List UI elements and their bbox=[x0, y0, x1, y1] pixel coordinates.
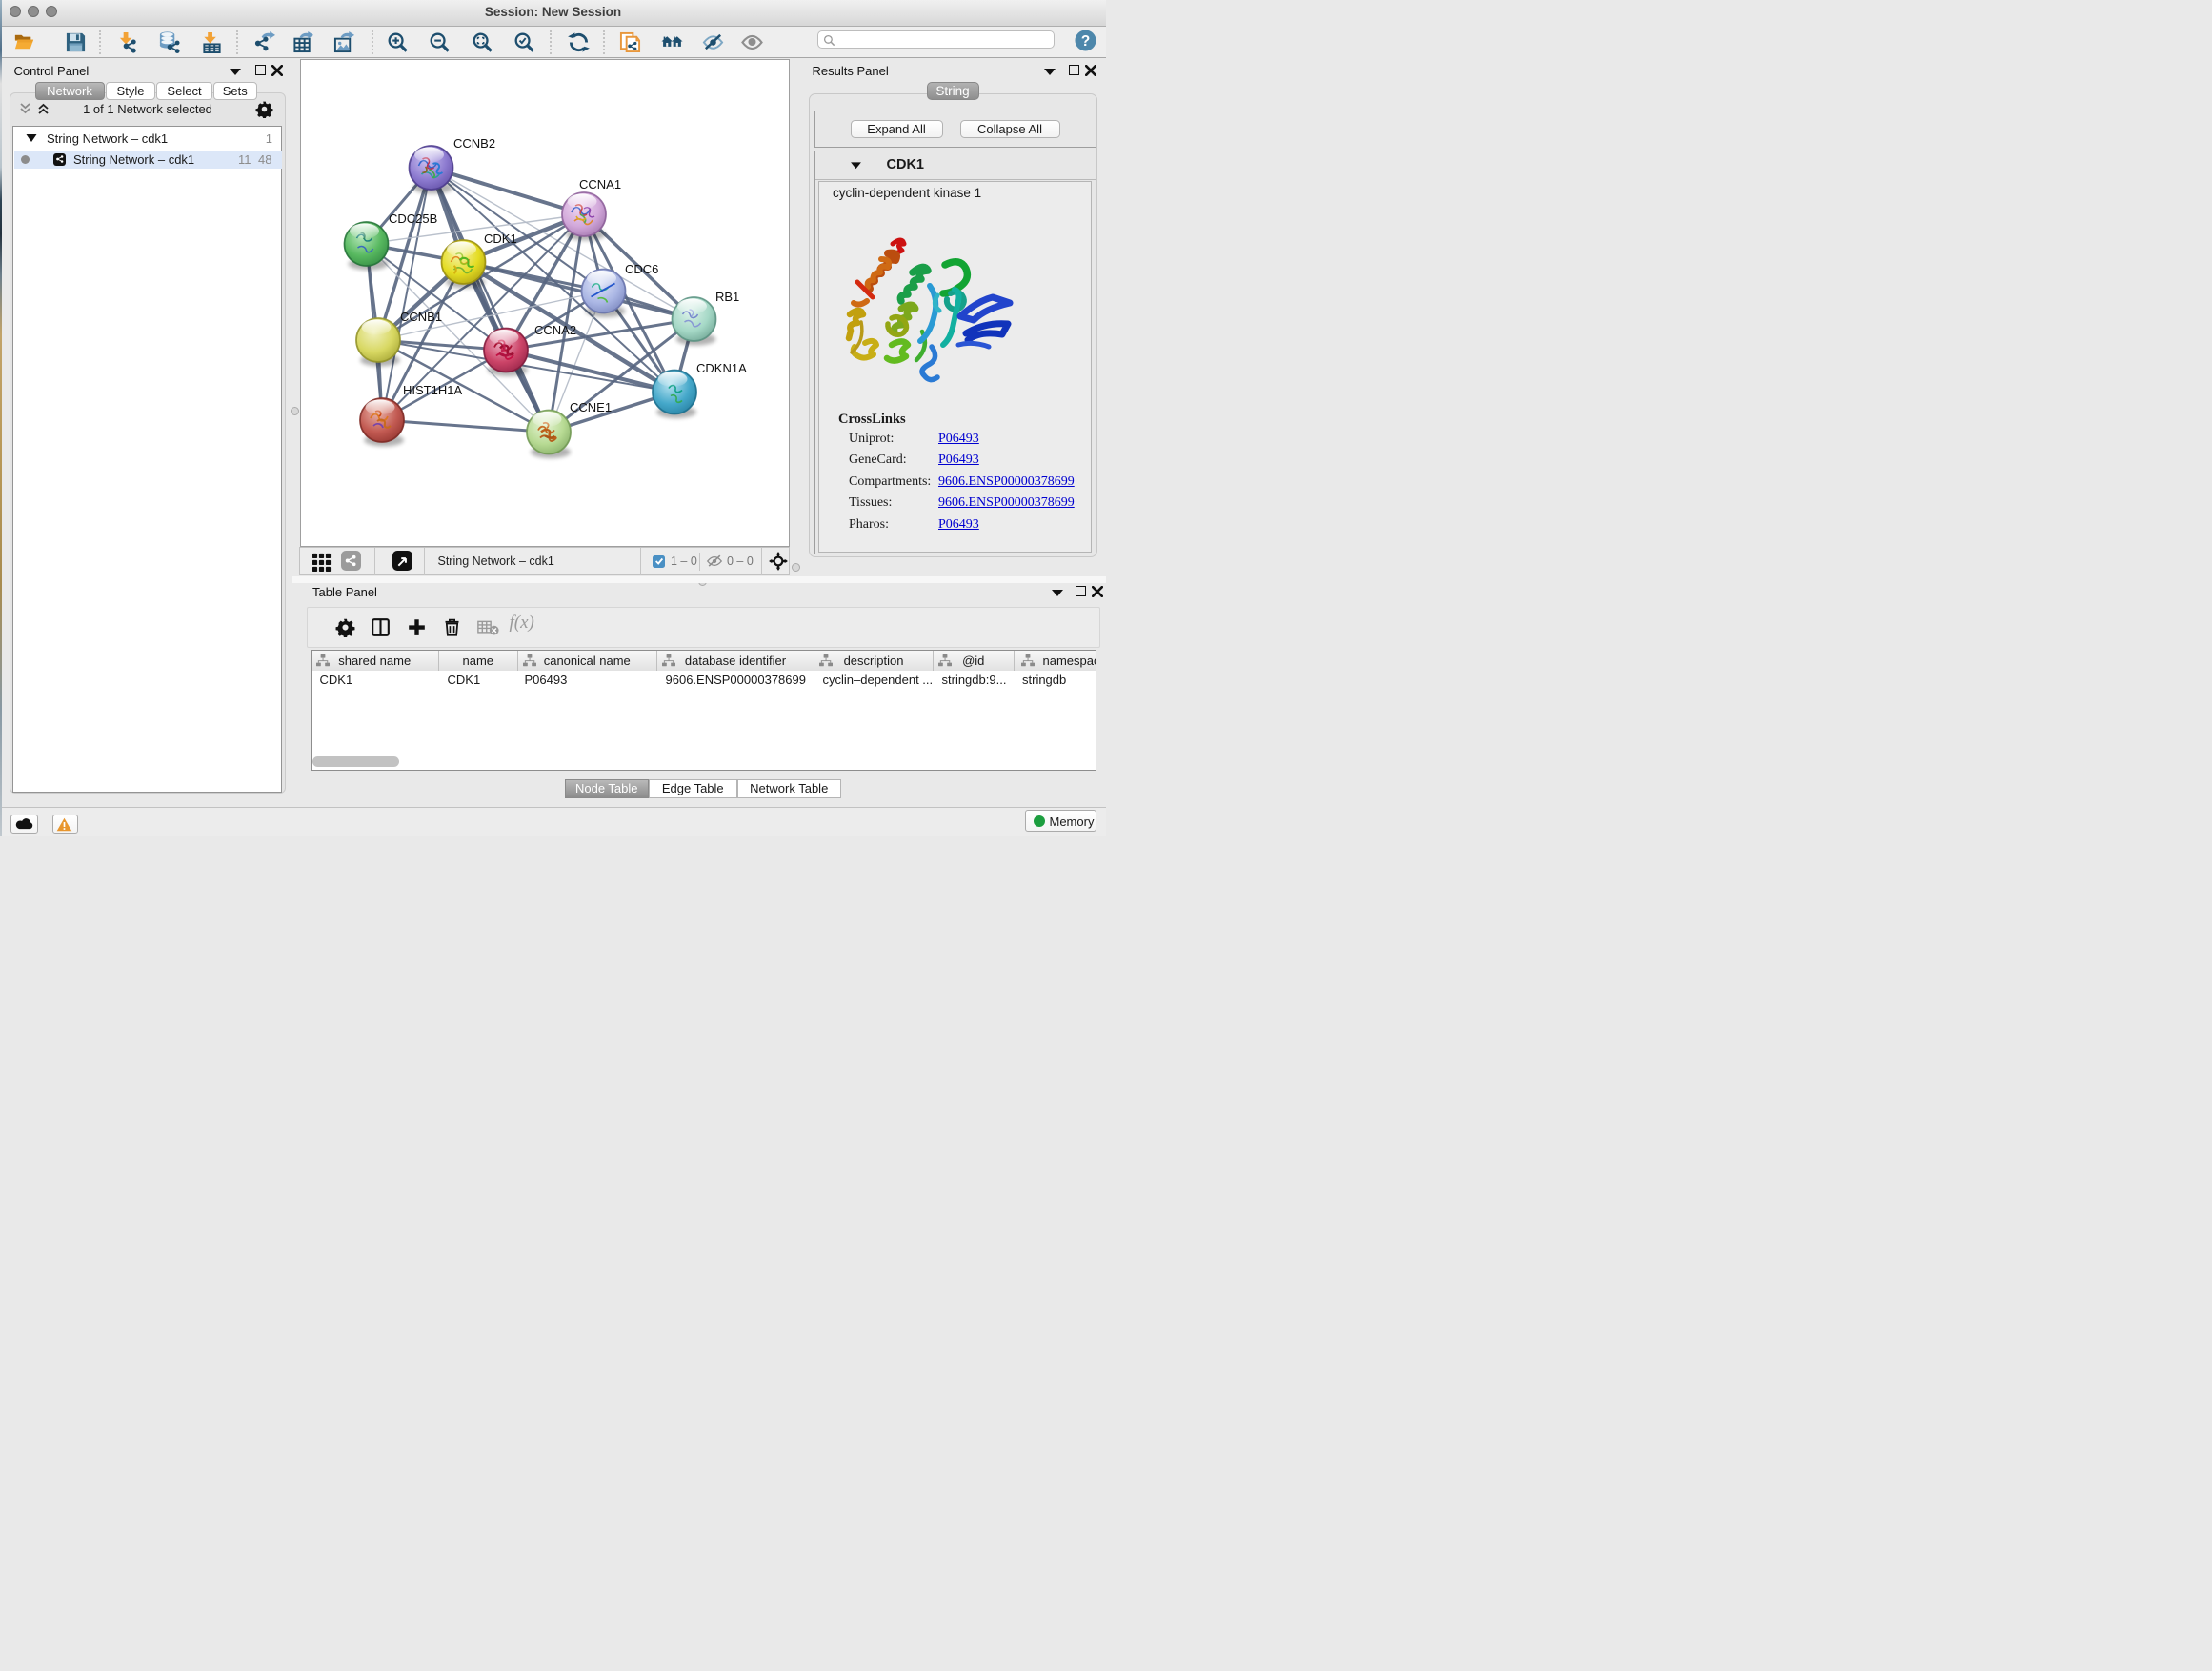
svg-text:CCNE1: CCNE1 bbox=[570, 400, 612, 414]
svg-text:CDC25B: CDC25B bbox=[389, 211, 437, 226]
svg-text:CDC6: CDC6 bbox=[625, 262, 658, 276]
svg-text:CCNB1: CCNB1 bbox=[400, 310, 442, 324]
svg-text:CCNA2: CCNA2 bbox=[534, 323, 576, 337]
svg-text:HIST1H1A: HIST1H1A bbox=[403, 383, 462, 397]
svg-text:RB1: RB1 bbox=[715, 290, 739, 304]
svg-text:CDK1: CDK1 bbox=[484, 232, 517, 246]
svg-text:CDKN1A: CDKN1A bbox=[696, 361, 747, 375]
svg-text:?: ? bbox=[1080, 33, 1089, 50]
svg-text:CCNB2: CCNB2 bbox=[453, 136, 495, 151]
svg-text:CCNA1: CCNA1 bbox=[579, 177, 621, 191]
